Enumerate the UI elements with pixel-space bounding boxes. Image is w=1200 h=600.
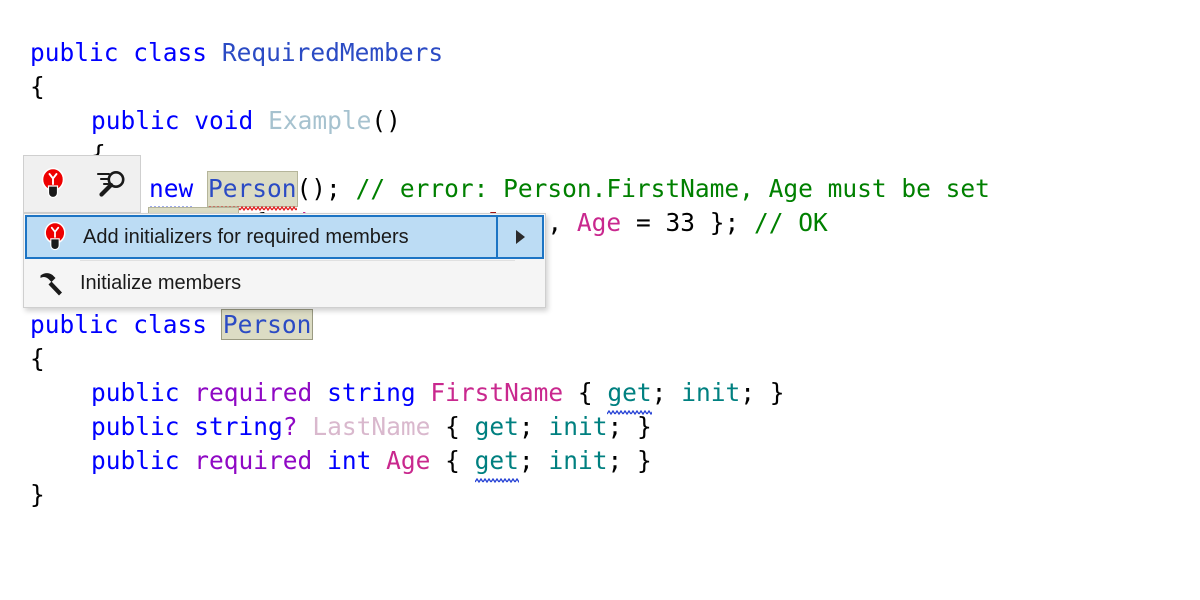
keyword-required: required <box>194 446 313 475</box>
menu-item-add-initializers[interactable]: Add initializers for required members <box>25 215 544 259</box>
code-line-12: public string? LastName { get; init; } <box>91 410 652 444</box>
nullable-marker: ? <box>282 412 298 441</box>
lightbulb-icon <box>27 221 83 253</box>
code-line-14: } <box>30 478 45 512</box>
call-parens: (); <box>296 174 341 203</box>
comma: , <box>547 208 563 237</box>
keyword-new: new <box>149 172 194 211</box>
submenu-expand-button[interactable] <box>496 217 542 257</box>
accessor-get: get <box>474 444 520 483</box>
quick-action-menu[interactable]: Add initializers for required members In… <box>23 213 546 308</box>
lightbulb-icon[interactable] <box>31 162 75 206</box>
code-line-1: public class RequiredMembers <box>30 36 443 70</box>
keyword-class: class <box>133 38 208 67</box>
code-line-3: public void Example() <box>91 104 401 138</box>
keyword-string: string <box>327 378 416 407</box>
menu-item-label: Initialize members <box>80 272 242 294</box>
code-line-10: { <box>30 342 45 376</box>
open-brace: { <box>30 344 45 373</box>
keyword-public: public <box>30 310 119 339</box>
accessor-init: init <box>548 412 608 441</box>
code-line-13: public required int Age { get; init; } <box>91 444 652 483</box>
menu-item-initialize-members[interactable]: Initialize members <box>24 261 545 306</box>
semicolon: ; <box>607 446 623 475</box>
method-example: Example <box>268 106 372 135</box>
keyword-required: required <box>194 378 313 407</box>
close-brace: } <box>637 446 652 475</box>
property-lastname: LastName <box>312 412 431 441</box>
lightbulb-icon-glyph <box>44 221 66 251</box>
keyword-public: public <box>91 378 180 407</box>
keyword-public: public <box>91 412 180 441</box>
semicolon: ; <box>651 378 667 407</box>
semicolon: ; <box>518 412 534 441</box>
open-brace: { <box>445 412 460 441</box>
preview-changes-icon-glyph <box>96 171 125 197</box>
number-33: 33 <box>665 208 695 237</box>
accessor-init: init <box>548 446 608 475</box>
property-age: Age <box>576 208 622 237</box>
property-age: Age <box>386 446 431 475</box>
equals: = <box>635 208 651 237</box>
keyword-public: public <box>91 106 180 135</box>
keyword-void: void <box>194 106 254 135</box>
hammer-icon <box>24 269 80 299</box>
code-line-2: { <box>30 70 45 104</box>
lightbulb-icon-glyph <box>41 167 65 199</box>
menu-item-label: Add initializers for required members <box>83 225 409 248</box>
accessor-get: get <box>607 376 652 415</box>
property-firstname: FirstName <box>430 378 564 407</box>
close-brace: } <box>636 412 652 441</box>
comment-error: // error: Person.FirstName, Age must be … <box>355 174 990 203</box>
keyword-public: public <box>91 446 180 475</box>
close-brace: } <box>30 480 45 509</box>
keyword-class: class <box>133 310 208 339</box>
comment-ok: // OK <box>754 208 828 237</box>
semicolon: ; <box>740 378 755 407</box>
accessor-init: init <box>681 378 741 407</box>
parens: () <box>371 106 401 135</box>
chevron-right-icon <box>516 230 525 244</box>
open-brace: { <box>445 446 460 475</box>
keyword-string: string <box>194 412 283 441</box>
keyword-int: int <box>327 446 372 475</box>
semicolon: ; <box>607 412 623 441</box>
type-person-declaration: Person <box>220 309 314 340</box>
code-line-11: public required string FirstName { get; … <box>91 376 785 415</box>
code-line-5: new Person(); // error: Person.FirstName… <box>149 172 990 211</box>
preview-changes-icon[interactable] <box>89 162 133 206</box>
type-person-reference: Person <box>208 172 297 211</box>
type-required-members: RequiredMembers <box>221 38 444 67</box>
accessor-get: get <box>474 412 519 441</box>
close-brace: } <box>769 378 785 407</box>
keyword-public: public <box>30 38 119 67</box>
semicolon: ; <box>518 446 534 475</box>
close-brace-semi: }; <box>709 208 740 237</box>
lightbulb-toolbar[interactable] <box>23 155 141 213</box>
code-line-9: public class Person <box>30 308 314 342</box>
open-brace: { <box>30 72 45 101</box>
open-brace: { <box>577 378 593 407</box>
hammer-icon-glyph <box>40 272 62 295</box>
